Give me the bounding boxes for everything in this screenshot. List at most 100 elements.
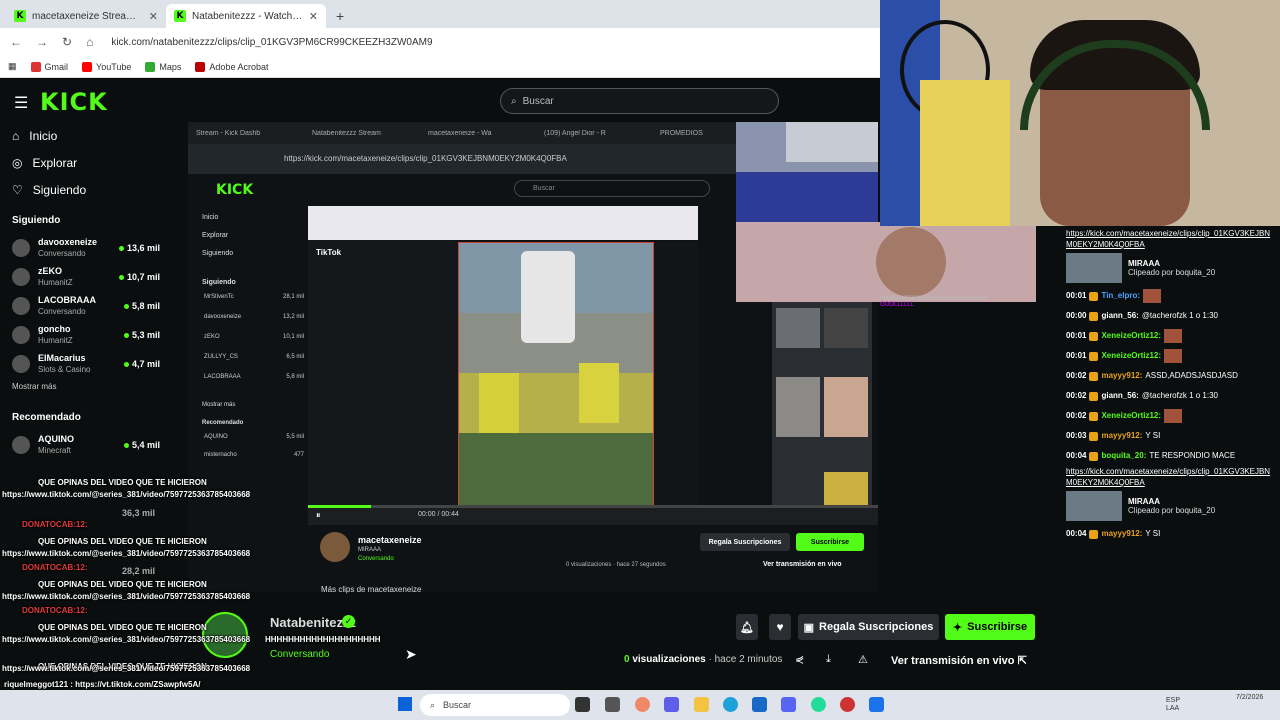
language-indicator[interactable]: ESP LAA: [1166, 697, 1180, 713]
nav-inicio[interactable]: ⌂ Inicio: [0, 122, 188, 149]
nested-channel-name: MrStivenTc: [204, 294, 234, 300]
copilot-icon[interactable]: [605, 697, 620, 712]
overlay-question: QUE OPINAS DEL VIDEO QUE TE HICIERON: [38, 537, 207, 546]
message-user[interactable]: XeneizeOrtiz12:: [1101, 326, 1161, 346]
time-ago: · hace 2 minutos: [708, 654, 783, 665]
share-icon[interactable]: ⋞: [795, 653, 804, 666]
hamburger-menu-icon[interactable]: ☰: [14, 93, 28, 113]
discord-icon[interactable]: [781, 697, 796, 712]
bookmark-youtube[interactable]: YouTube: [82, 61, 131, 72]
browser-tab[interactable]: K macetaxeneize Stream - Kick D ✕: [6, 4, 166, 28]
download-icon[interactable]: ⤓: [826, 653, 831, 666]
acrobat-icon: [195, 61, 206, 72]
clip-card[interactable]: MIRAAA Clipeado por boquita_20: [1066, 491, 1274, 521]
chat-message: 00:02 giann_56: @tacherofzk 1 o 1:30: [1066, 386, 1274, 406]
message-user[interactable]: XeneizeOrtiz12:: [1101, 406, 1161, 426]
app-icon[interactable]: [869, 697, 884, 712]
sidebar-channel[interactable]: AQUINO Minecraft 5,4 mil: [0, 430, 188, 459]
channel-name: goncho: [38, 323, 71, 334]
video-progress-track[interactable]: [308, 505, 878, 508]
teams-icon[interactable]: [664, 697, 679, 712]
show-more-link[interactable]: Mostrar más: [0, 382, 188, 400]
nested-channel: ZULLYY_CS 6,5 mil: [204, 354, 304, 360]
avatar: [12, 267, 30, 286]
channel-name: zEKO: [38, 265, 63, 276]
reload-icon[interactable]: ↻: [62, 35, 72, 49]
sidebar-channel[interactable]: LACOBRAAA Conversando 5,8 mil: [0, 291, 188, 320]
kick-logo[interactable]: KICK: [40, 88, 108, 116]
gift-subs-button[interactable]: ▣ Regala Suscripciones: [798, 614, 939, 640]
bookmark-acrobat[interactable]: Adobe Acrobat: [195, 61, 268, 72]
steward-figure: [579, 363, 619, 423]
close-tab-icon[interactable]: ✕: [309, 10, 318, 23]
app-icon[interactable]: [840, 697, 855, 712]
chrome-icon[interactable]: [811, 697, 826, 712]
clip-card[interactable]: MIRAAA Clipeado por boquita_20: [1066, 253, 1274, 283]
sidebar-channel[interactable]: davooxeneize Conversando 13,6 mil: [0, 233, 188, 262]
crown-badge-icon: [1089, 529, 1099, 539]
message-user[interactable]: giann_56:: [1101, 306, 1138, 326]
store-icon[interactable]: [752, 697, 767, 712]
nested-more: Mostrar más: [202, 402, 236, 408]
message-user[interactable]: XeneizeOrtiz12:: [1101, 346, 1161, 366]
bookmark-maps[interactable]: Maps: [145, 61, 181, 72]
chat-link[interactable]: https://kick.com/macetaxeneize/clips/cli…: [1066, 466, 1272, 488]
channel-category: HumanitZ: [38, 277, 73, 287]
overlay-link: https://www.tiktok.com/@series_381/video…: [2, 549, 251, 558]
nested-channel-name: zEKO: [204, 334, 220, 340]
search-input[interactable]: ⌕ Buscar: [500, 88, 779, 114]
nested-kick-logo: KICK: [216, 182, 254, 198]
forward-icon[interactable]: →: [36, 35, 48, 49]
clip-title: MIRAAA: [1128, 497, 1160, 506]
nested-channel-name: AQUINO: [204, 434, 228, 440]
message-text: @tacherofzk 1 o 1:30: [1141, 391, 1218, 400]
url-field[interactable]: kick.com/natabenitezzz/clips/clip_01KGV3…: [111, 37, 432, 48]
message-text: TE RESPONDIO MACE: [1149, 451, 1236, 460]
watch-live-link[interactable]: Ver transmisión en vivo ⇱: [891, 654, 1027, 667]
browser-tab-active[interactable]: K Natabenitezzz - Watch clip ✕: [166, 4, 326, 28]
back-icon[interactable]: ←: [10, 35, 22, 49]
nested-tab: macetaxeneize - Wa: [428, 129, 492, 137]
video-controls[interactable]: ⏸ 00:00 / 00:44: [308, 505, 878, 525]
message-time: 00:02: [1066, 371, 1087, 380]
home-icon[interactable]: ⌂: [86, 35, 93, 49]
subscribe-button[interactable]: ✦ Suscribirse: [945, 614, 1035, 640]
bookmark-gmail[interactable]: Gmail: [30, 61, 68, 72]
windows-start-icon[interactable]: [398, 697, 412, 711]
sidebar-channel[interactable]: zEKO HumanitZ 10,7 mil: [0, 262, 188, 291]
chat-message: 00:02 XeneizeOrtiz12:: [1066, 406, 1274, 426]
close-tab-icon[interactable]: ✕: [149, 10, 158, 23]
message-user[interactable]: boquita_20:: [1101, 446, 1146, 466]
message-user[interactable]: mayyy912:: [1101, 366, 1142, 386]
overlay-link: https://www.tiktok.com/@series_381/video…: [2, 490, 251, 499]
message-user[interactable]: giann_56:: [1101, 386, 1138, 406]
taskbar-search[interactable]: ⌕ Buscar: [420, 694, 570, 716]
edge-icon[interactable]: [723, 697, 738, 712]
watch-live-label: Ver transmisión en vivo: [891, 655, 1015, 667]
external-link-icon: ⇱: [1017, 655, 1027, 667]
heart-icon[interactable]: ♥: [769, 614, 791, 640]
message-user[interactable]: mayyy912:: [1101, 524, 1142, 544]
chat-link[interactable]: https://kick.com/macetaxeneize/clips/cli…: [1066, 228, 1272, 250]
message-user[interactable]: mayyy912:: [1101, 426, 1142, 446]
task-view-icon[interactable]: [575, 697, 590, 712]
taskbar-search-label: Buscar: [443, 700, 472, 710]
nested-channel: MrStivenTc 28,1 mil: [204, 294, 304, 300]
warning-icon[interactable]: ⚠: [858, 653, 868, 666]
new-tab-icon[interactable]: +: [326, 8, 354, 28]
nav-siguiendo[interactable]: ♡ Siguiendo: [0, 176, 188, 203]
pause-icon[interactable]: ⏸: [316, 510, 321, 521]
bell-icon[interactable]: 🔔︎: [736, 614, 758, 640]
app-icon[interactable]: [635, 697, 650, 712]
message-user[interactable]: Tin_elpro:: [1101, 286, 1140, 306]
explorer-icon[interactable]: [694, 697, 709, 712]
apps-icon[interactable]: ▦: [8, 61, 17, 72]
sidebar-channel[interactable]: goncho HumanitZ 5,3 mil: [0, 320, 188, 349]
overlay-link: https://www.tiktok.com/@series_381/video…: [2, 592, 251, 601]
tab-title: Natabenitezzz - Watch clip: [192, 10, 303, 22]
sidebar-channel[interactable]: ElMacarius Slots & Casino 4,7 mil: [0, 349, 188, 378]
message-time: 00:00: [1066, 311, 1087, 320]
nav-explorar[interactable]: ◎ Explorar: [0, 149, 188, 176]
taskbar-clock[interactable]: 7/2/2026: [1236, 693, 1263, 703]
overlay-question: QUE OPINAS DEL VIDEO QUE TE HICIERON: [38, 478, 207, 487]
